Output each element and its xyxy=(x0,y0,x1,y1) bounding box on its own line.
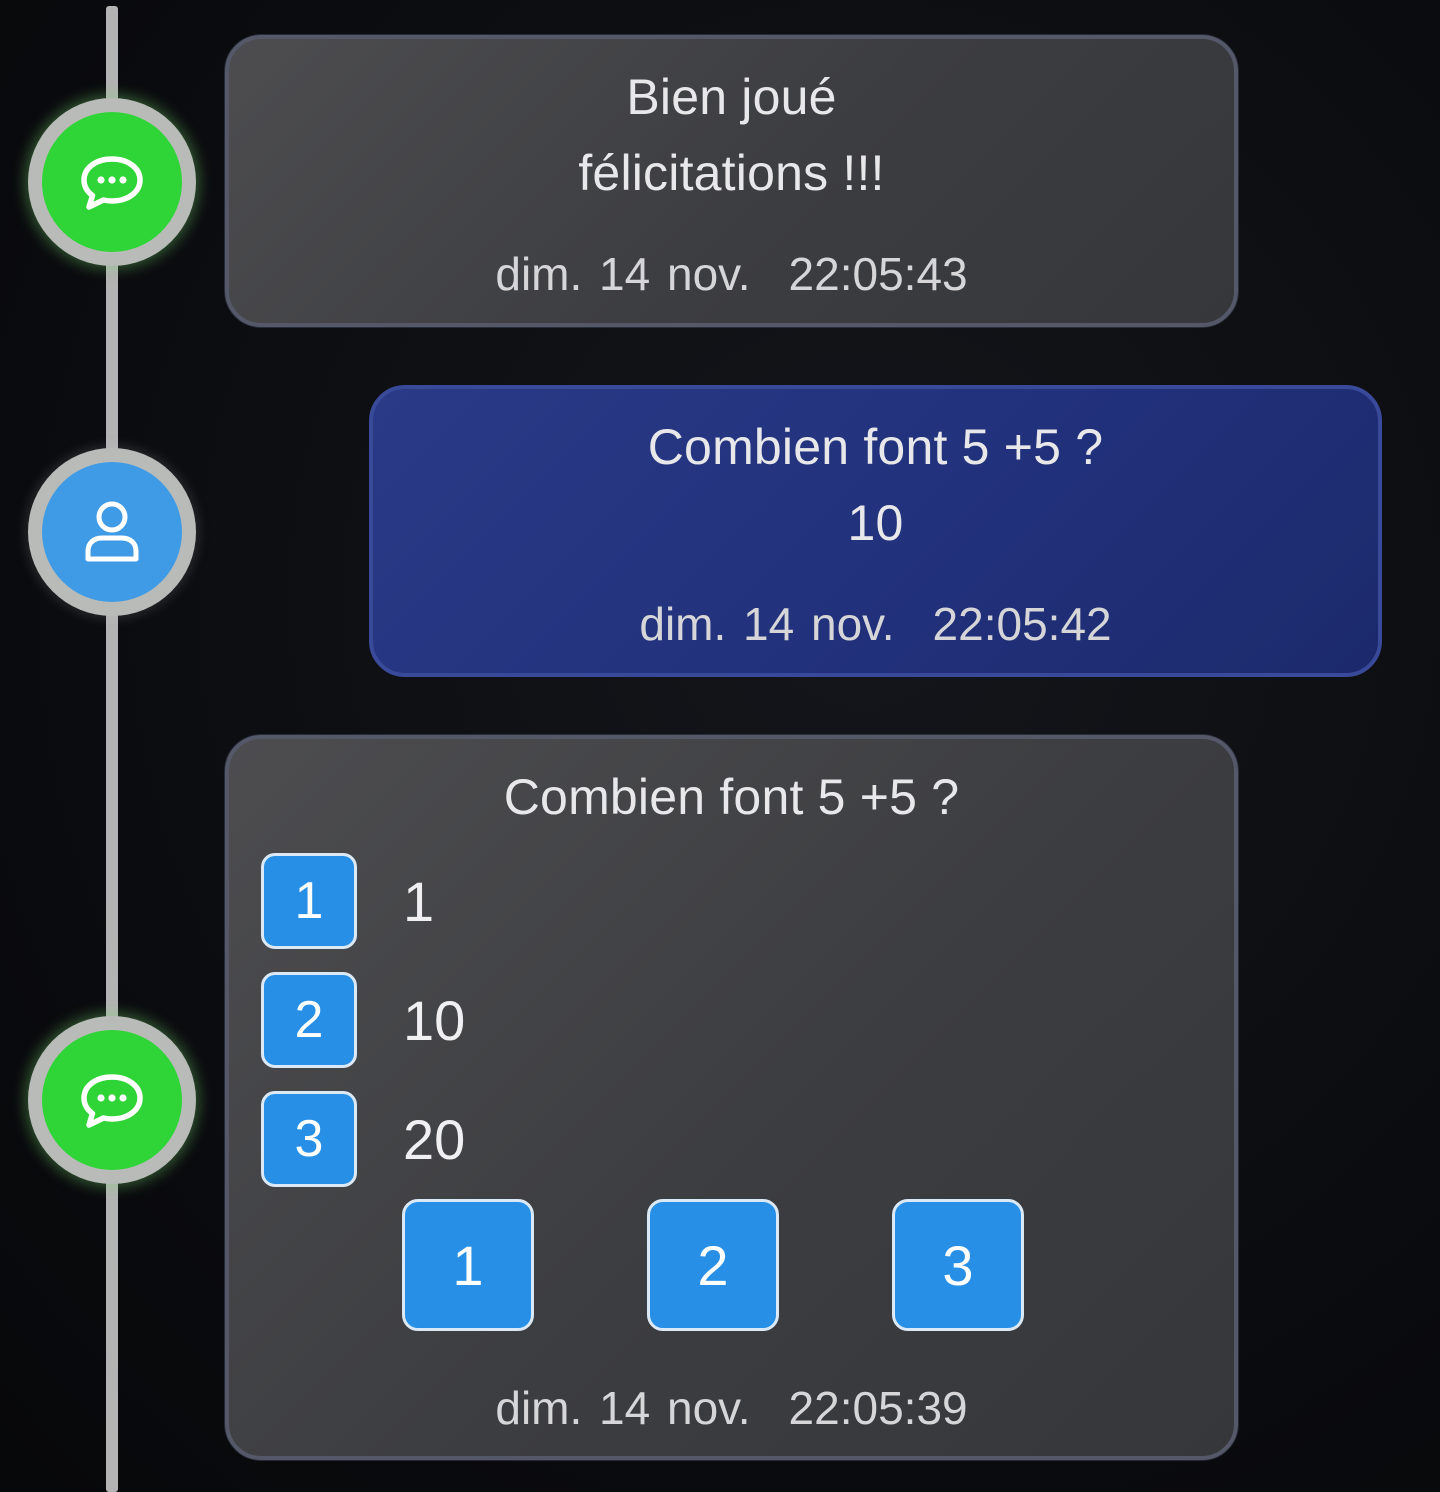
answer-button-3[interactable]: 3 xyxy=(892,1199,1024,1331)
quiz-option-row: 3 20 xyxy=(261,1087,465,1191)
option-label: 10 xyxy=(403,988,466,1052)
message-date: dim. 14 nov. xyxy=(495,1382,751,1434)
message-text-line: félicitations !!! xyxy=(578,145,885,201)
message-timestamp: dim. 14 nov. 22:05:42 xyxy=(373,597,1378,651)
option-number-badge: 2 xyxy=(261,972,357,1068)
option-label: 20 xyxy=(403,1107,466,1171)
message-date: dim. 14 nov. xyxy=(639,598,895,650)
message-text-line: 10 xyxy=(847,495,904,551)
message-time: 22:05:43 xyxy=(788,248,968,300)
bot-quiz-card: Combien font 5 +5 ? 1 1 2 10 3 20 1 2 3 … xyxy=(225,735,1238,1460)
user-avatar-node xyxy=(28,448,196,616)
answer-button-1[interactable]: 1 xyxy=(402,1199,534,1331)
bot-avatar-node xyxy=(28,1016,196,1184)
message-text-line: Combien font 5 +5 ? xyxy=(647,419,1104,475)
quiz-question: Combien font 5 +5 ? xyxy=(503,769,960,825)
message-timestamp: dim. 14 nov. 22:05:39 xyxy=(229,1381,1234,1435)
chat-bubble-icon xyxy=(81,156,143,210)
quiz-option-row: 2 10 xyxy=(261,968,465,1072)
user-icon xyxy=(85,501,139,562)
option-label: 1 xyxy=(403,869,435,933)
quiz-option-row: 1 1 xyxy=(261,849,434,953)
message-text-line: Bien joué xyxy=(626,69,837,125)
user-message-card: Combien font 5 +5 ? 10 dim. 14 nov. 22:05… xyxy=(369,385,1382,677)
message-date: dim. 14 nov. xyxy=(495,248,751,300)
option-number-badge: 3 xyxy=(261,1091,357,1187)
answer-button-2[interactable]: 2 xyxy=(647,1199,779,1331)
bot-avatar-node xyxy=(28,98,196,266)
chat-bubble-icon xyxy=(81,1074,143,1128)
bot-message-card: Bien joué félicitations !!! dim. 14 nov.… xyxy=(225,35,1238,327)
message-time: 22:05:39 xyxy=(788,1382,968,1434)
option-number-badge: 1 xyxy=(261,853,357,949)
message-timestamp: dim. 14 nov. 22:05:43 xyxy=(229,247,1234,301)
message-time: 22:05:42 xyxy=(932,598,1112,650)
